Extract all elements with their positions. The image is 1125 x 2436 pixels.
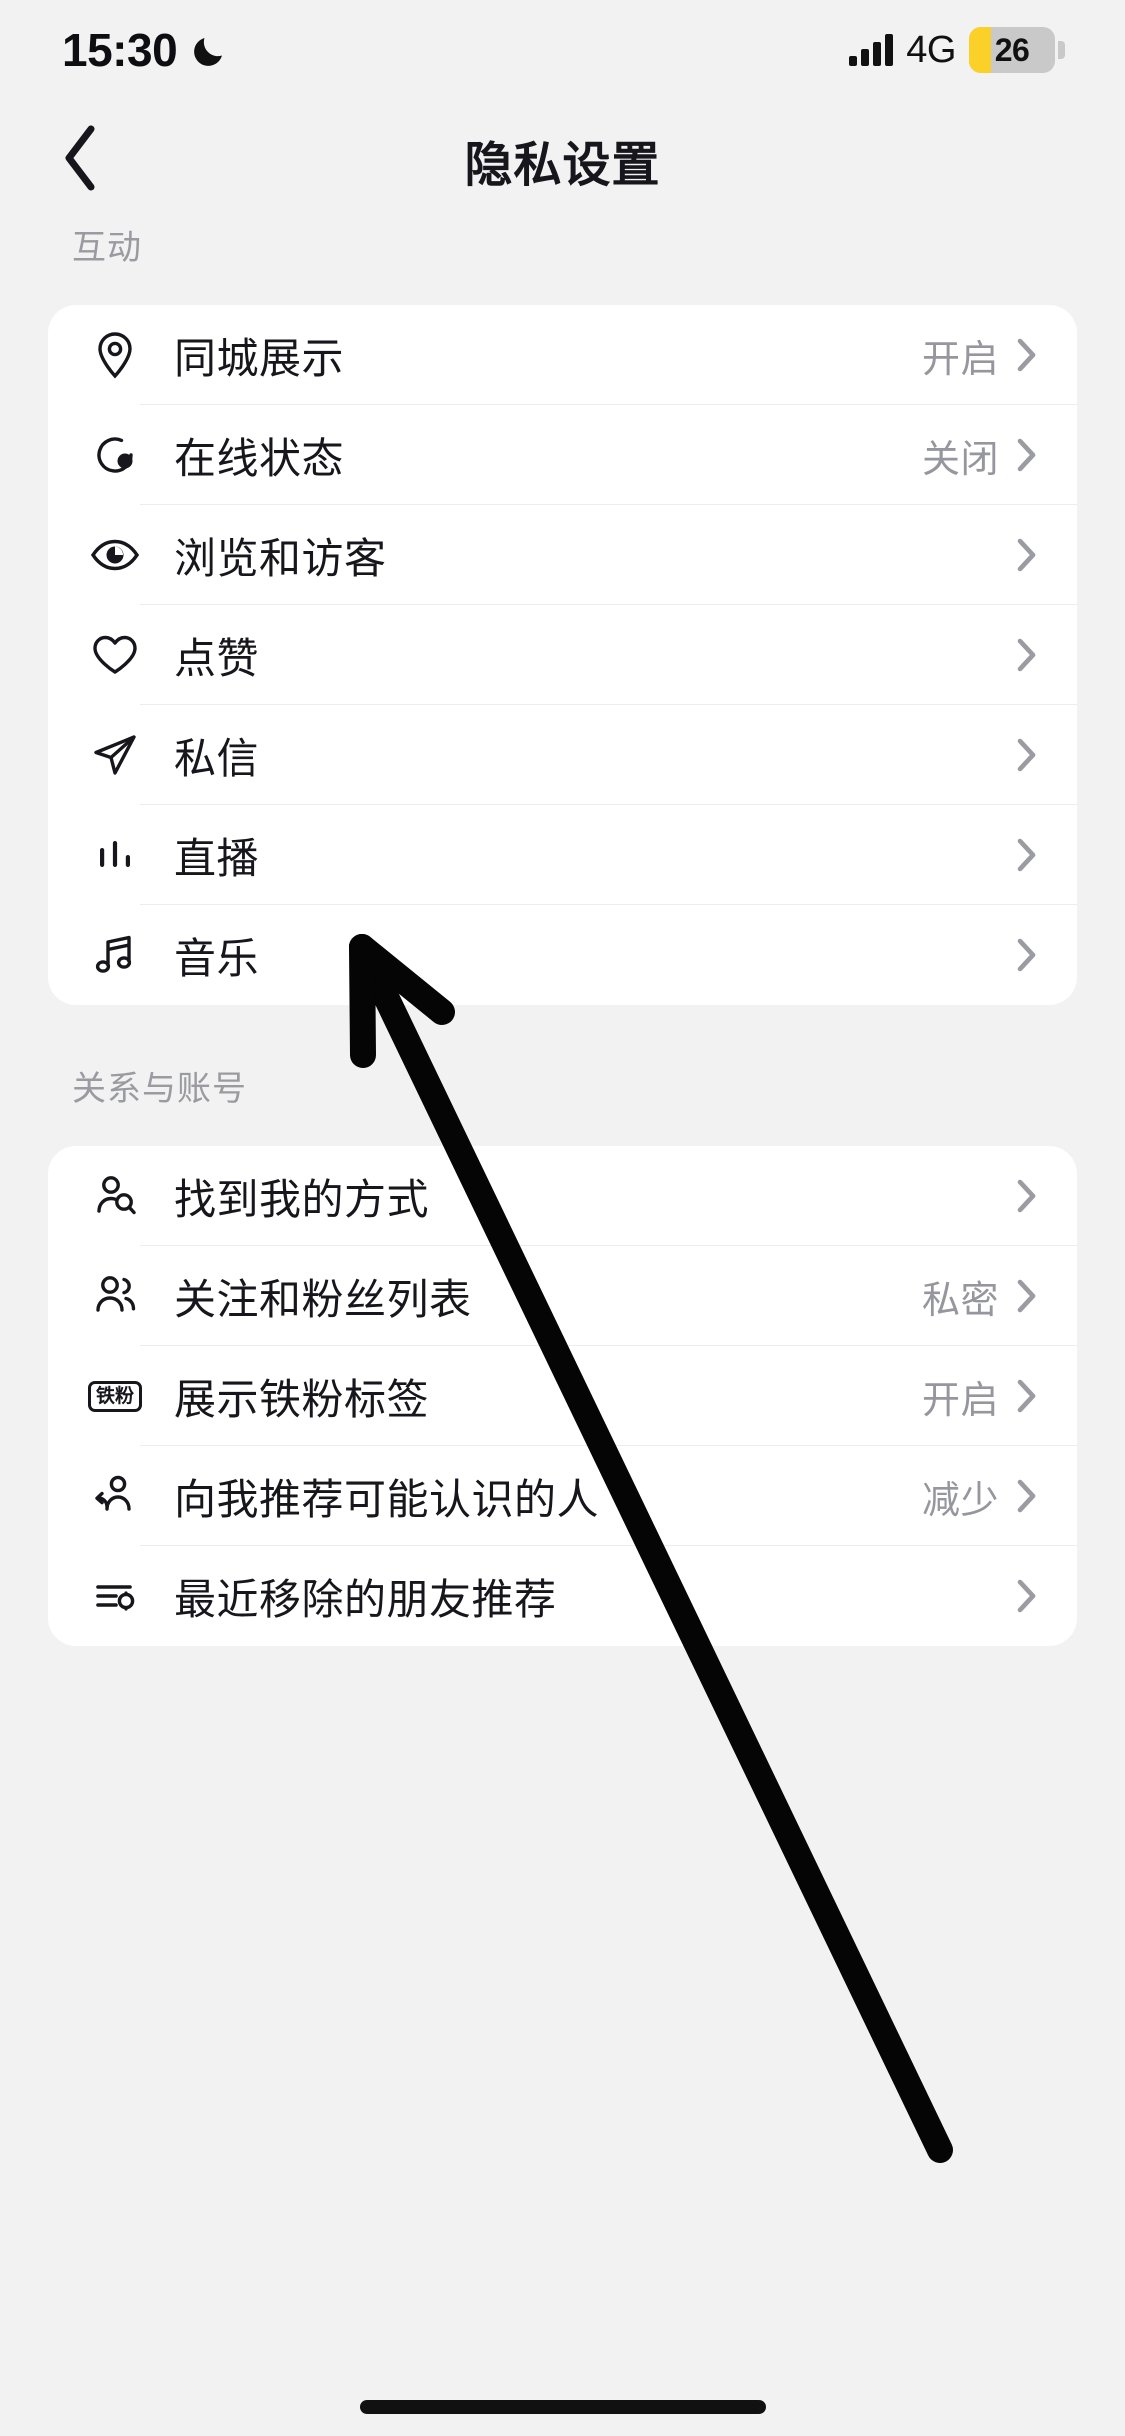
row-value: 减少 [921,1479,999,1522]
status-time: 15:30 [62,24,178,76]
page-title: 隐私设置 [464,139,661,192]
section-title-relationship: 关系与账号 [72,1070,247,1108]
battery-cap [1058,41,1065,59]
chevron-right-icon [1017,1579,1037,1613]
battery-body: 26 [969,27,1055,73]
back-button[interactable] [40,120,120,200]
row-value: 关闭 [921,438,999,481]
section-interaction: 互动 同城展示 开启 在线状态 关闭 浏览和访客 点赞 私信 直播 音乐 [0,220,1125,1005]
row-right: 开启 [922,1369,1037,1424]
list-settings-icon [86,1567,144,1625]
row-label: 在线状态 [174,434,345,482]
row-music[interactable]: 音乐 [48,905,1077,1005]
chevron-right-icon [1017,338,1037,372]
chevron-right-icon [1017,1279,1037,1313]
row-likes[interactable]: 点赞 [48,605,1077,705]
crescent-moon-icon [191,31,229,69]
phone-screen: 15:30 4G 26 隐私设置 互动 同城展示 开启 在线状态 关闭 浏览和访… [0,0,1125,2436]
row-label: 音乐 [174,934,260,982]
row-right: 减少 [922,1469,1037,1524]
row-direct-message[interactable]: 私信 [48,705,1077,805]
equalizer-icon [86,826,144,884]
row-recommend-people-i-may-know[interactable]: 向我推荐可能认识的人 减少 [48,1446,1077,1546]
row-right [999,938,1037,972]
row-nearby-display[interactable]: 同城展示 开启 [48,305,1077,405]
chevron-right-icon [1017,938,1037,972]
battery-fill [969,27,992,73]
row-label: 浏览和访客 [174,534,387,582]
eye-icon [86,526,144,584]
settings-content: 互动 同城展示 开启 在线状态 关闭 浏览和访客 点赞 私信 直播 音乐 关系与… [0,220,1125,1646]
battery-indicator: 26 [969,27,1065,73]
row-value: 开启 [921,1379,999,1422]
chevron-right-icon [1017,738,1037,772]
row-show-iron-fan-badge[interactable]: 铁粉 展示铁粉标签 开启 [48,1346,1077,1446]
row-right [999,638,1037,672]
row-label: 展示铁粉标签 [174,1375,430,1423]
row-recently-removed-friend-suggestions[interactable]: 最近移除的朋友推荐 [48,1546,1077,1646]
two-people-icon [86,1267,144,1325]
row-label: 点赞 [174,634,260,682]
row-right [999,838,1037,872]
section-relationship-account: 关系与账号 找到我的方式 关注和粉丝列表 私密 铁粉 展示铁粉标签 开启 向我推… [0,1061,1125,1646]
online-status-icon [86,426,144,484]
row-right: 私密 [922,1269,1037,1324]
chevron-right-icon [1017,1379,1037,1413]
row-label: 向我推荐可能认识的人 [174,1475,600,1523]
person-recommend-icon [86,1467,144,1525]
row-label: 关注和粉丝列表 [174,1275,472,1323]
chevron-left-icon [61,125,99,196]
heart-icon [86,626,144,684]
chevron-right-icon [1017,1179,1037,1213]
row-right [999,538,1037,572]
row-label: 私信 [174,734,260,782]
row-right [999,1579,1037,1613]
iron-fan-badge-icon: 铁粉 [86,1367,144,1425]
row-right: 关闭 [922,428,1037,483]
signal-bars-icon [849,34,894,66]
interaction-card: 同城展示 开启 在线状态 关闭 浏览和访客 点赞 私信 直播 音乐 [48,305,1077,1005]
row-online-status[interactable]: 在线状态 关闭 [48,405,1077,505]
row-how-to-find-me[interactable]: 找到我的方式 [48,1146,1077,1246]
row-right [999,738,1037,772]
row-label: 直播 [174,834,260,882]
nav-header: 隐私设置 [0,100,1125,220]
row-browse-and-visitors[interactable]: 浏览和访客 [48,505,1077,605]
chevron-right-icon [1017,838,1037,872]
row-label: 找到我的方式 [174,1175,430,1223]
row-following-followers-list[interactable]: 关注和粉丝列表 私密 [48,1246,1077,1346]
chevron-right-icon [1017,1479,1037,1513]
status-bar-left: 15:30 [62,23,229,77]
music-note-icon [86,926,144,984]
chevron-right-icon [1017,438,1037,472]
row-value: 私密 [921,1279,999,1322]
status-bar-right: 4G 26 [849,27,1065,73]
row-right [999,1179,1037,1213]
person-search-icon [86,1167,144,1225]
row-label: 最近移除的朋友推荐 [174,1575,557,1623]
chevron-right-icon [1017,538,1037,572]
chevron-right-icon [1017,638,1037,672]
iron-fan-badge-label: 铁粉 [87,1380,142,1412]
relationship-card: 找到我的方式 关注和粉丝列表 私密 铁粉 展示铁粉标签 开启 向我推荐可能认识的… [48,1146,1077,1646]
row-value: 开启 [921,338,999,381]
row-live-streaming[interactable]: 直播 [48,805,1077,905]
location-pin-icon [86,326,144,384]
paper-plane-icon [86,726,144,784]
status-bar: 15:30 4G 26 [0,0,1125,100]
row-label: 同城展示 [174,334,345,382]
network-type-label: 4G [906,28,956,71]
section-title-interaction: 互动 [72,229,142,267]
row-right: 开启 [922,328,1037,383]
battery-percent-label: 26 [994,31,1030,68]
home-indicator [359,2400,766,2414]
